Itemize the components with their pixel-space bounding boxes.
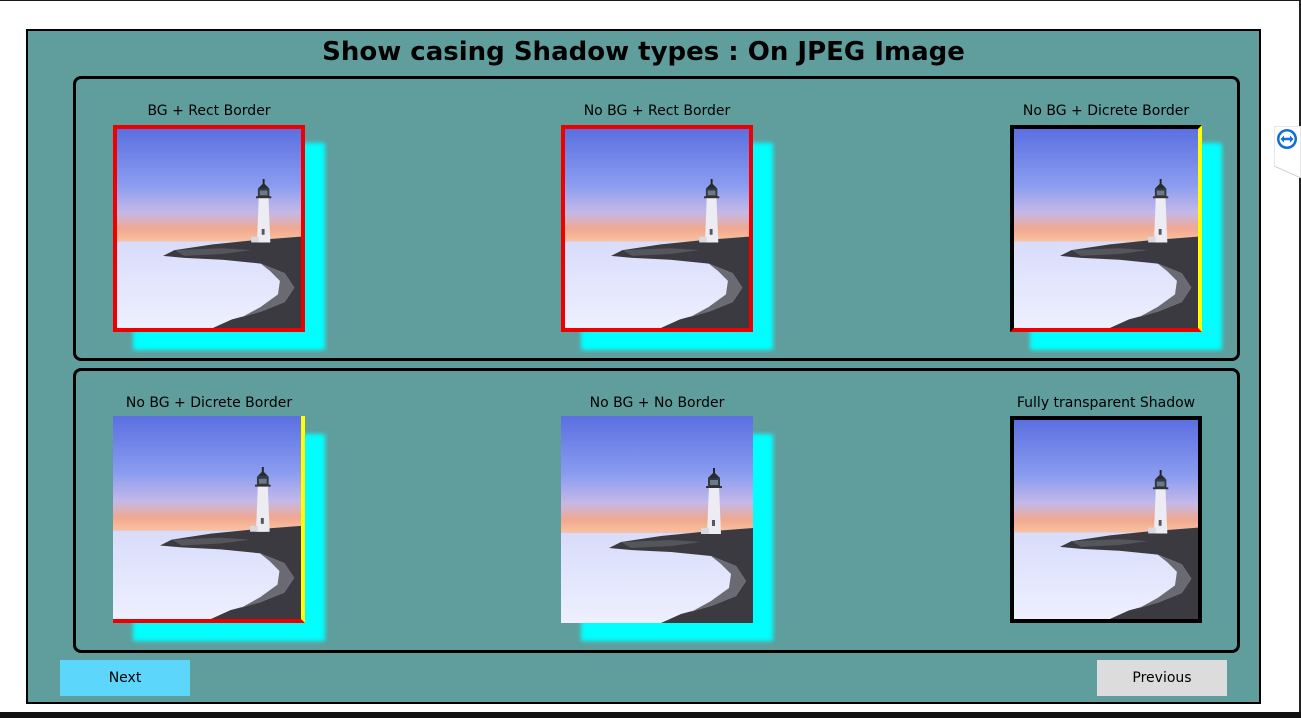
window-top-border [0, 0, 1301, 1]
cell-label: No BG + Rect Border [583, 103, 731, 119]
shadow-group-row-2: No BG + Dicrete Border No BG + No Border… [73, 368, 1240, 653]
cell-label: Fully transparent Shadow [1016, 395, 1196, 411]
lighthouse-image [113, 125, 305, 332]
next-button[interactable]: Next [60, 660, 190, 696]
lighthouse-image [561, 125, 753, 332]
cell-label: No BG + Dicrete Border [125, 395, 293, 411]
lighthouse-image [1010, 416, 1202, 623]
cell-label: No BG + Dicrete Border [1022, 103, 1190, 119]
previous-button[interactable]: Previous [1097, 660, 1227, 696]
cell-label: BG + Rect Border [147, 103, 271, 119]
window-bottom-border [0, 712, 1301, 718]
lighthouse-image [113, 416, 305, 623]
lighthouse-image [1010, 125, 1202, 332]
page-title: Show casing Shadow types : On JPEG Image [322, 37, 965, 67]
lighthouse-image [561, 416, 753, 623]
shadow-group-row-1: BG + Rect Border No BG + Rect Border No … [73, 76, 1240, 361]
teamviewer-arrows-icon[interactable] [1273, 125, 1301, 179]
main-panel: Show casing Shadow types : On JPEG Image… [26, 29, 1261, 704]
cell-label: No BG + No Border [589, 395, 725, 411]
